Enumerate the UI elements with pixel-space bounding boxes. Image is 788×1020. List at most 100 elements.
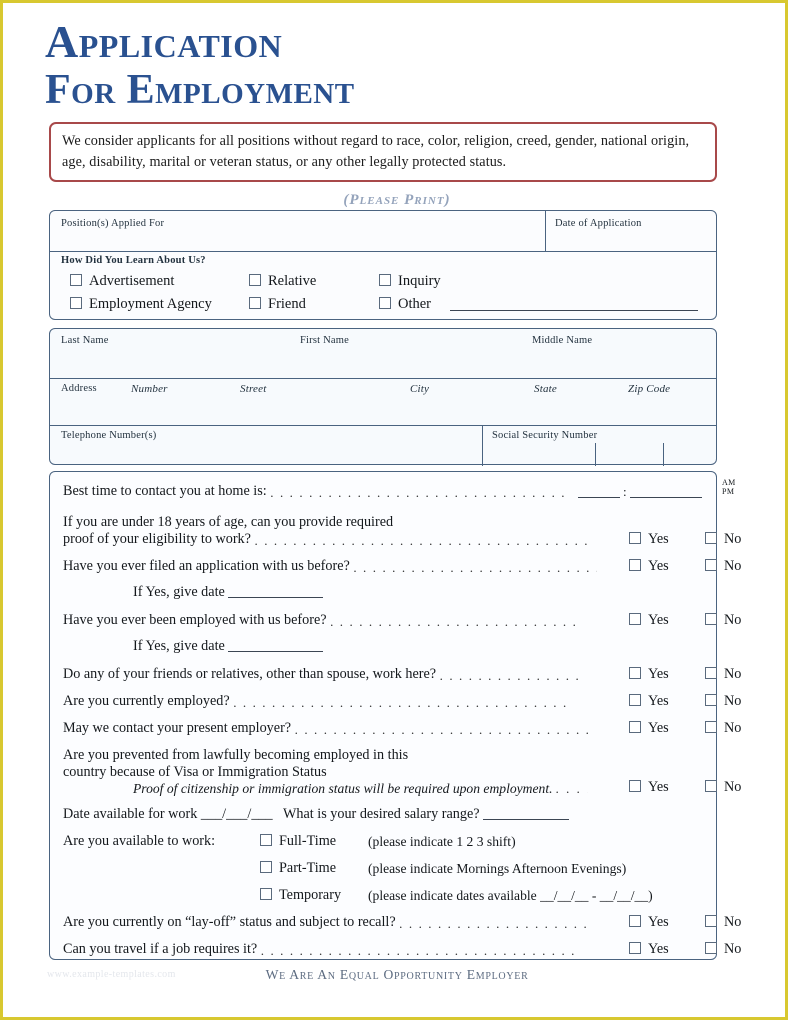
label-no: No [724, 720, 742, 736]
answer-yes-employed-before[interactable]: Yes [629, 612, 669, 629]
position-date-divider [545, 211, 546, 251]
checkbox-no[interactable] [705, 915, 717, 927]
checkbox-full-time[interactable] [260, 834, 272, 846]
answer-no-filed-before[interactable]: No [705, 558, 741, 575]
answer-no-travel[interactable]: No [705, 941, 741, 958]
checkbox-yes[interactable] [629, 559, 641, 571]
option-advertisement-label: Advertisement [89, 273, 175, 289]
question-contact-employer-text: May we contact your present employer? [63, 720, 292, 736]
checkbox-no[interactable] [705, 780, 717, 792]
answer-yes-currently-employed[interactable]: Yes [629, 693, 669, 710]
answer-yes-friends[interactable]: Yes [629, 666, 669, 683]
option-other[interactable]: Other [379, 296, 431, 313]
checkbox-no[interactable] [705, 694, 717, 706]
salary-blank[interactable] [483, 808, 570, 820]
answer-no-contact-employer[interactable]: No [705, 720, 741, 737]
title-line-application: Application [45, 16, 283, 67]
option-advertisement[interactable]: Advertisement [70, 273, 174, 290]
option-part-time[interactable]: Part-Time [260, 860, 336, 877]
time-blank-hour[interactable] [578, 497, 620, 498]
label-no: No [724, 779, 742, 795]
checkbox-temporary[interactable] [260, 888, 272, 900]
label-pm: PM [722, 487, 735, 497]
checkbox-no[interactable] [705, 721, 717, 733]
label-no: No [724, 914, 742, 930]
checkbox-yes[interactable] [629, 942, 641, 954]
checkbox-friend[interactable] [249, 297, 261, 309]
answer-yes-contact-employer[interactable]: Yes [629, 720, 669, 737]
question-under-18-line2: proof of your eligibility to work? . . .… [63, 531, 706, 549]
question-best-time: Best time to contact you at home is: . .… [63, 483, 706, 501]
question-visa-line2: country because of Visa or Immigration S… [63, 764, 706, 782]
label-yes: Yes [648, 914, 669, 930]
if-yes-date-blank[interactable] [228, 586, 324, 598]
option-inquiry-label: Inquiry [398, 273, 441, 289]
position-section: Position(s) Applied For Date of Applicat… [49, 210, 717, 320]
option-employment-agency[interactable]: Employment Agency [70, 296, 212, 313]
answer-yes-under18[interactable]: Yes [629, 531, 669, 548]
checkbox-yes[interactable] [629, 532, 641, 544]
question-currently-employed: Are you currently employed? . . . . . . … [63, 693, 706, 711]
checkbox-advertisement[interactable] [70, 274, 82, 286]
if-yes-give-date-1[interactable]: If Yes, give date [133, 584, 324, 601]
ssn-tick-2 [663, 443, 664, 466]
leader-dots: . . . . . . . . . . . . . . . . . . . . … [294, 721, 595, 737]
checkbox-yes[interactable] [629, 915, 641, 927]
option-inquiry[interactable]: Inquiry [379, 273, 441, 290]
label-no: No [724, 693, 742, 709]
checkbox-no[interactable] [705, 942, 717, 954]
answer-yes-filed-before[interactable]: Yes [629, 558, 669, 575]
answer-yes-layoff[interactable]: Yes [629, 914, 669, 931]
answer-no-employed-before[interactable]: No [705, 612, 741, 629]
answer-yes-visa[interactable]: Yes [629, 779, 669, 796]
option-friend[interactable]: Friend [249, 296, 306, 313]
checkbox-inquiry[interactable] [379, 274, 391, 286]
checkbox-part-time[interactable] [260, 861, 272, 873]
label-ssn: Social Security Number [492, 430, 598, 441]
answer-no-currently-employed[interactable]: No [705, 693, 741, 710]
question-contact-employer: May we contact your present employer? . … [63, 720, 706, 738]
label-address: Address [61, 383, 97, 394]
checkbox-no[interactable] [705, 532, 717, 544]
ampm-labels: AM PM [722, 478, 736, 496]
label-telephone: Telephone Number(s) [61, 430, 157, 441]
question-friends-relatives: Do any of your friends or relatives, oth… [63, 666, 706, 684]
other-write-in-line[interactable] [450, 310, 698, 311]
answer-no-friends[interactable]: No [705, 666, 741, 683]
checkbox-no[interactable] [705, 559, 717, 571]
answer-yes-travel[interactable]: Yes [629, 941, 669, 958]
answer-no-under18[interactable]: No [705, 531, 741, 548]
date-available-blank[interactable]: ___/___/___ [201, 806, 273, 822]
label-last-name: Last Name [61, 335, 109, 346]
checkbox-yes[interactable] [629, 780, 641, 792]
option-full-time[interactable]: Full-Time [260, 833, 336, 850]
option-temporary[interactable]: Temporary [260, 887, 341, 904]
if-yes-date-blank[interactable] [228, 640, 324, 652]
label-date-of-application: Date of Application [555, 218, 642, 229]
checkbox-yes[interactable] [629, 721, 641, 733]
checkbox-no[interactable] [705, 613, 717, 625]
date-available-row[interactable]: Date available for work ___/___/___ What… [63, 806, 570, 823]
checkbox-yes[interactable] [629, 667, 641, 679]
checkbox-employment-agency[interactable] [70, 297, 82, 309]
checkbox-other[interactable] [379, 297, 391, 309]
answer-no-layoff[interactable]: No [705, 914, 741, 931]
phone-ssn-divider [482, 425, 483, 466]
question-under-18-text2: proof of your eligibility to work? [63, 531, 251, 547]
checkbox-relative[interactable] [249, 274, 261, 286]
answer-no-visa[interactable]: No [705, 779, 741, 796]
time-blank-minute[interactable] [630, 497, 702, 498]
option-other-label: Other [398, 296, 432, 312]
checkbox-yes[interactable] [629, 694, 641, 706]
question-visa-text1: Are you prevented from lawfully becoming… [63, 747, 409, 763]
checkbox-no[interactable] [705, 667, 717, 679]
label-no: No [724, 666, 742, 682]
label-yes: Yes [648, 720, 669, 736]
if-yes-give-date-2[interactable]: If Yes, give date [133, 638, 324, 655]
checkbox-yes[interactable] [629, 613, 641, 625]
option-relative[interactable]: Relative [249, 273, 316, 290]
question-filed-before-text: Have you ever filed an application with … [63, 558, 350, 574]
option-part-time-label: Part-Time [279, 860, 337, 876]
identity-section: Last Name First Name Middle Name Address… [49, 328, 717, 466]
label-yes: Yes [648, 779, 669, 795]
